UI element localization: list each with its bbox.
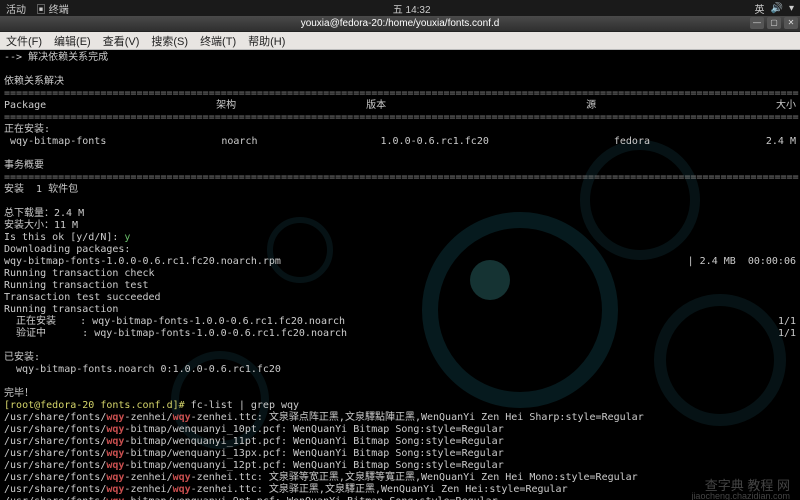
close-button[interactable]: ✕: [784, 17, 798, 29]
window-title: youxia@fedora-20:/home/youxia/fonts.conf…: [301, 18, 500, 29]
current-app-label[interactable]: ▣ 终端: [36, 1, 69, 16]
output-line: 总下载量：2.4 M: [4, 208, 796, 220]
output-line: /usr/share/fonts/wqy-bitmap/wenquanyi_12…: [4, 460, 796, 472]
window-title-bar[interactable]: youxia@fedora-20:/home/youxia/fonts.conf…: [0, 16, 800, 32]
output-line: 已安装:: [4, 352, 796, 364]
output-line: Running transaction test: [4, 280, 796, 292]
output-line: /usr/share/fonts/wqy-bitmap/wenquanyi_10…: [4, 424, 796, 436]
output-line: 依赖关系解决: [4, 76, 796, 88]
separator-line: ========================================…: [4, 88, 796, 100]
output-line: wqy-bitmap-fonts.noarch 0:1.0.0-0.6.rc1.…: [4, 364, 796, 376]
separator-line: ========================================…: [4, 172, 796, 184]
prompt-line: [root@fedora-20 fonts.conf.d]# fc-list |…: [4, 400, 796, 412]
menu-help[interactable]: 帮助(H): [248, 33, 285, 49]
volume-icon[interactable]: 🔊: [771, 3, 783, 14]
maximize-button[interactable]: ▢: [767, 17, 781, 29]
output-line: Is this ok [y/d/N]: y: [4, 232, 796, 244]
separator-line: ========================================…: [4, 112, 796, 124]
output-line: 正在安装:: [4, 124, 796, 136]
menu-edit[interactable]: 编辑(E): [54, 33, 91, 49]
output-line: /usr/share/fonts/wqy-bitmap/wenquanyi_13…: [4, 448, 796, 460]
input-method-indicator[interactable]: 英: [755, 1, 765, 16]
output-line: Transaction test succeeded: [4, 292, 796, 304]
menu-view[interactable]: 查看(V): [103, 33, 140, 49]
gnome-top-bar: 活动 ▣ 终端 五 14:32 英 🔊 ▾: [0, 0, 800, 16]
output-line: 事务概要: [4, 160, 796, 172]
clock[interactable]: 五 14:32: [69, 1, 755, 16]
watermark-url: jiaocheng.chazidian.com: [691, 490, 790, 500]
menu-bar: 文件(F) 编辑(E) 查看(V) 搜索(S) 终端(T) 帮助(H): [0, 32, 800, 50]
output-line: /usr/share/fonts/wqy-bitmap/wenquanyi_11…: [4, 436, 796, 448]
activities-button[interactable]: 活动: [6, 1, 26, 16]
output-line: 正在安装 : wqy-bitmap-fonts-1.0.0-0.6.rc1.fc…: [4, 316, 796, 328]
output-line: 验证中 : wqy-bitmap-fonts-1.0.0-0.6.rc1.fc2…: [4, 328, 796, 340]
output-line: /usr/share/fonts/wqy-zenhei/wqy-zenhei.t…: [4, 412, 796, 424]
output-line: 安装大小：11 M: [4, 220, 796, 232]
table-header: Package架构版本源大小: [4, 100, 796, 112]
output-line: 安装 1 软件包: [4, 184, 796, 196]
output-line: wqy-bitmap-fonts-1.0.0-0.6.rc1.fc20.noar…: [4, 256, 796, 268]
output-line: --> 解决依赖关系完成: [4, 52, 796, 64]
output-line: /usr/share/fonts/wqy-zenhei/wqy-zenhei.t…: [4, 472, 796, 484]
menu-terminal[interactable]: 终端(T): [200, 33, 236, 49]
table-row: wqy-bitmap-fontsnoarch1.0.0-0.6.rc1.fc20…: [4, 136, 796, 148]
terminal-content[interactable]: --> 解决依赖关系完成 依赖关系解决 ====================…: [0, 50, 800, 500]
menu-search[interactable]: 搜索(S): [151, 33, 188, 49]
output-line: /usr/share/fonts/wqy-bitmap/wenquanyi_9p…: [4, 496, 796, 500]
minimize-button[interactable]: —: [750, 17, 764, 29]
system-menu-icon[interactable]: ▾: [789, 3, 794, 14]
output-line: 完毕！: [4, 388, 796, 400]
terminal-icon: ▣: [36, 5, 46, 16]
output-line: /usr/share/fonts/wqy-zenhei/wqy-zenhei.t…: [4, 484, 796, 496]
output-line: Running transaction check: [4, 268, 796, 280]
output-line: Downloading packages:: [4, 244, 796, 256]
menu-file[interactable]: 文件(F): [6, 33, 42, 49]
output-line: Running transaction: [4, 304, 796, 316]
